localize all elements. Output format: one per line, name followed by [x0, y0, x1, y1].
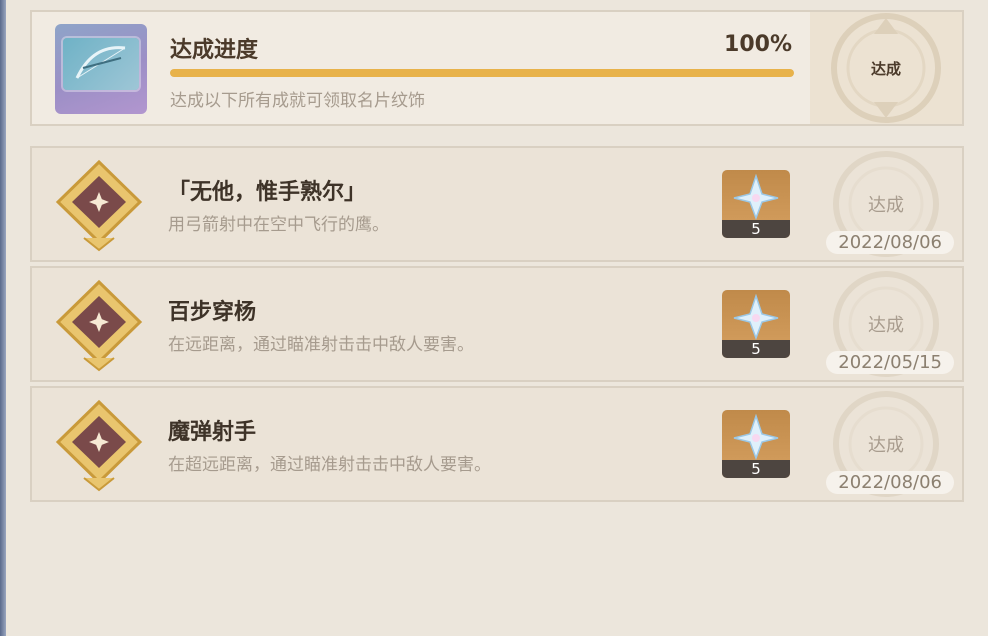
reward-count: 5	[722, 340, 790, 358]
achievement-row: 百步穿杨 在远距离，通过瞄准射击击中敌人要害。 5 达成 2022/05/15	[30, 266, 964, 382]
primogem-icon	[733, 294, 779, 340]
reward-count: 5	[722, 220, 790, 238]
achievement-medal-icon	[54, 158, 144, 254]
achievement-title: 魔弹射手	[168, 420, 257, 445]
progress-description: 达成以下所有成就可领取名片纹饰	[170, 91, 425, 111]
completion-date: 2022/05/15	[826, 351, 954, 374]
stamp-label: 达成	[868, 315, 904, 336]
completion-date: 2022/08/06	[826, 471, 954, 494]
achievement-medal-icon	[54, 398, 144, 494]
progress-percent: 100%	[724, 32, 792, 57]
window-left-edge	[0, 0, 6, 636]
reward-count: 5	[722, 460, 790, 478]
completion-date: 2022/08/06	[826, 231, 954, 254]
stamp-label: 达成	[870, 59, 901, 78]
achievement-title: 百步穿杨	[168, 300, 257, 325]
achievement-title: 「无他，惟手熟尔」	[168, 180, 367, 205]
achievement-description: 在超远距离，通过瞄准射击击中敌人要害。	[168, 455, 491, 475]
progress-bar-fill	[170, 69, 794, 77]
stamp-label: 达成	[868, 195, 904, 216]
primogem-reward[interactable]: 5	[722, 290, 790, 358]
achievement-row: 「无他，惟手熟尔」 用弓箭射中在空中飞行的鹰。 5 达成 2022/08/06	[30, 146, 964, 262]
achievement-description: 在远距离，通过瞄准射击击中敌人要害。	[168, 335, 474, 355]
bow-namecard-image	[63, 38, 139, 90]
primogem-icon	[733, 174, 779, 220]
progress-bar	[170, 69, 794, 77]
progress-title: 达成进度	[170, 38, 259, 63]
achievement-medal-icon	[54, 278, 144, 374]
primogem-reward[interactable]: 5	[722, 410, 790, 478]
claim-stamp-button[interactable]: 达成	[810, 12, 962, 124]
achievement-description: 用弓箭射中在空中飞行的鹰。	[168, 215, 389, 235]
achievement-row: 魔弹射手 在超远距离，通过瞄准射击击中敌人要害。 5 达成 2022/08/06	[30, 386, 964, 502]
primogem-icon	[733, 414, 779, 460]
namecard-reward-icon	[55, 24, 147, 114]
progress-card: 达成进度 100% 达成以下所有成就可领取名片纹饰 达成	[30, 10, 964, 126]
primogem-reward[interactable]: 5	[722, 170, 790, 238]
stamp-label: 达成	[868, 435, 904, 456]
